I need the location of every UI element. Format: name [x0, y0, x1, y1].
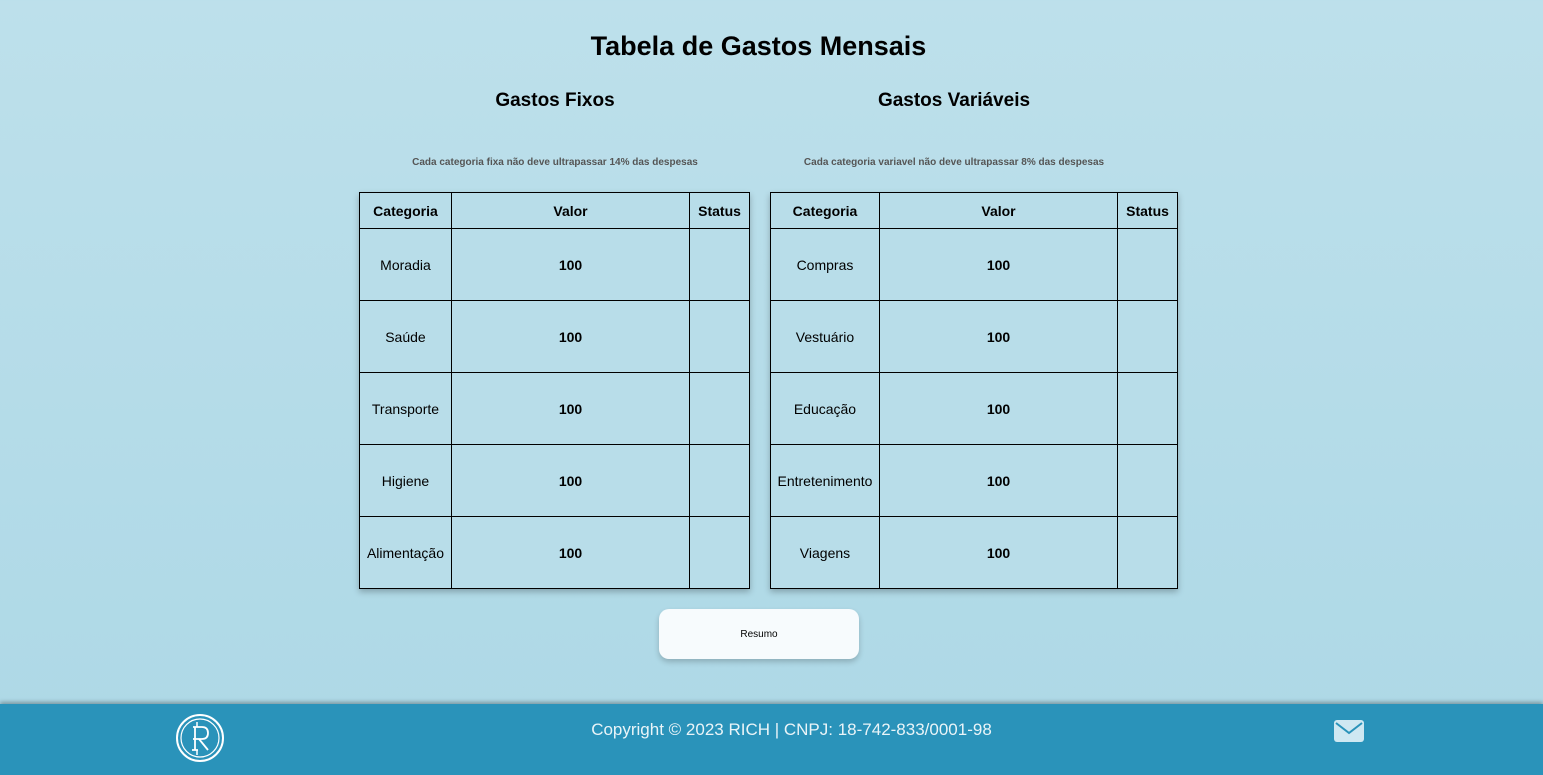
page-title: Tabela de Gastos Mensais: [590, 31, 927, 61]
value-cell: 100: [878, 516, 1119, 589]
status-cell: [1117, 444, 1178, 517]
table-row: Entretenimento 100: [770, 444, 1178, 517]
status-cell: [1117, 372, 1178, 445]
table-header-row: Categoria Valor Status: [359, 192, 750, 229]
table-row: Viagens 100: [770, 516, 1178, 589]
column-header-status: Status: [689, 192, 750, 229]
status-cell: [689, 444, 750, 517]
column-header-value: Valor: [450, 192, 691, 229]
category-cell: Viagens: [770, 516, 880, 589]
status-cell: [1117, 516, 1178, 589]
value-cell: 100: [450, 372, 691, 445]
value-cell: 100: [878, 372, 1119, 445]
status-cell: [1117, 228, 1178, 301]
variable-expenses-title: Gastos Variáveis: [877, 90, 1031, 111]
variable-expenses-section: Gastos Variáveis Cada categoria variavel…: [750, 90, 1158, 168]
column-header-value: Valor: [878, 192, 1119, 229]
category-cell: Transporte: [359, 372, 452, 445]
category-cell: Vestuário: [770, 300, 880, 373]
summary-button[interactable]: Resumo: [659, 609, 859, 659]
column-header-category: Categoria: [770, 192, 880, 229]
copyright-text: Copyright © 2023 RICH | CNPJ: 18-742-833…: [591, 720, 992, 739]
status-cell: [689, 516, 750, 589]
table-row: Higiene 100: [359, 444, 750, 517]
value-cell: 100: [450, 516, 691, 589]
fixed-expenses-note: Cada categoria fixa não deve ultrapassar…: [412, 157, 698, 168]
status-cell: [689, 372, 750, 445]
footer: Copyright © 2023 RICH | CNPJ: 18-742-833…: [0, 704, 1543, 775]
table-row: Compras 100: [770, 228, 1178, 301]
category-cell: Higiene: [359, 444, 452, 517]
category-cell: Educação: [770, 372, 880, 445]
table-header-row: Categoria Valor Status: [770, 192, 1178, 229]
column-header-category: Categoria: [359, 192, 452, 229]
table-row: Saúde 100: [359, 300, 750, 373]
status-cell: [689, 300, 750, 373]
category-cell: Compras: [770, 228, 880, 301]
mail-icon[interactable]: [1334, 720, 1364, 742]
fixed-expenses-table: Categoria Valor Status Moradia 100 Saúde…: [359, 192, 750, 589]
category-cell: Alimentação: [359, 516, 452, 589]
status-cell: [689, 228, 750, 301]
value-cell: 100: [450, 444, 691, 517]
category-cell: Moradia: [359, 228, 452, 301]
fixed-expenses-section: Gastos Fixos Cada categoria fixa não dev…: [360, 90, 750, 168]
value-cell: 100: [450, 300, 691, 373]
column-header-status: Status: [1117, 192, 1178, 229]
status-cell: [1117, 300, 1178, 373]
value-cell: 100: [450, 228, 691, 301]
variable-expenses-table: Categoria Valor Status Compras 100 Vestu…: [770, 192, 1178, 589]
table-row: Vestuário 100: [770, 300, 1178, 373]
value-cell: 100: [878, 444, 1119, 517]
table-row: Educação 100: [770, 372, 1178, 445]
value-cell: 100: [878, 228, 1119, 301]
table-row: Transporte 100: [359, 372, 750, 445]
table-row: Alimentação 100: [359, 516, 750, 589]
variable-expenses-note: Cada categoria variavel não deve ultrapa…: [803, 157, 1105, 168]
category-cell: Saúde: [359, 300, 452, 373]
category-cell: Entretenimento: [770, 444, 880, 517]
table-row: Moradia 100: [359, 228, 750, 301]
value-cell: 100: [878, 300, 1119, 373]
fixed-expenses-title: Gastos Fixos: [495, 90, 615, 111]
